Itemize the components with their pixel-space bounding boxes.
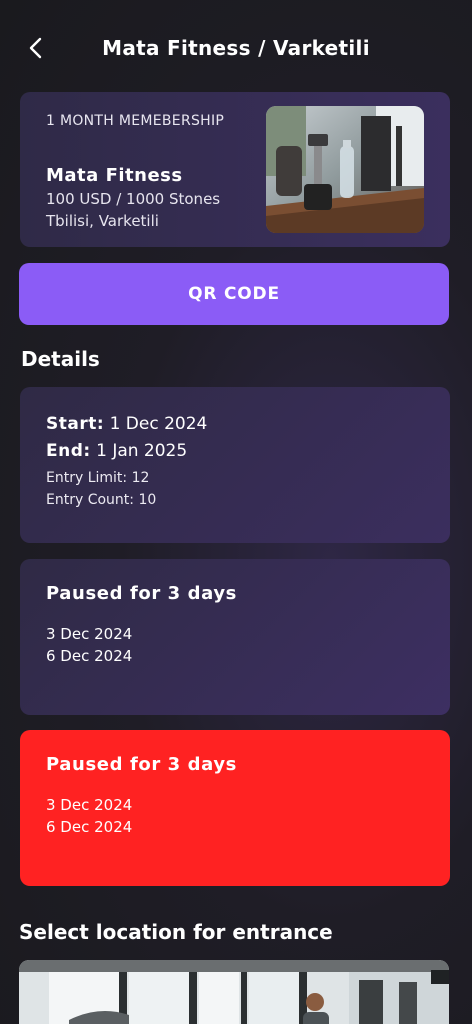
page-title: Mata Fitness / Varketili	[102, 36, 370, 60]
membership-card[interactable]: 1 MONTH MEMEBERSHIP Mata Fitness 100 USD…	[20, 92, 450, 247]
gym-interior-image[interactable]	[19, 960, 449, 1024]
membership-price: 100 USD / 1000 Stones	[46, 190, 221, 208]
entry-count: Entry Count: 10	[46, 492, 157, 508]
gym-name: Mata Fitness	[46, 165, 183, 186]
pause-start-date: 3 Dec 2024	[46, 625, 133, 643]
pause-title: Paused for 3 days	[46, 754, 237, 775]
details-heading: Details	[21, 347, 100, 371]
pause-title: Paused for 3 days	[46, 583, 237, 604]
end-value: 1 Jan 2025	[96, 441, 188, 461]
pause-card[interactable]: Paused for 3 days 3 Dec 2024 6 Dec 2024	[20, 559, 450, 715]
pause-end-date: 6 Dec 2024	[46, 818, 133, 836]
start-value: 1 Dec 2024	[109, 414, 208, 434]
qr-code-button[interactable]: QR CODE	[19, 263, 449, 325]
gym-equipment-image	[266, 106, 424, 233]
pause-start-date: 3 Dec 2024	[46, 796, 133, 814]
start-row: Start: 1 Dec 2024	[46, 414, 207, 434]
gym-location: Tbilisi, Varketili	[46, 212, 159, 230]
pause-end-date: 6 Dec 2024	[46, 647, 133, 665]
end-label: End:	[46, 441, 91, 461]
end-row: End: 1 Jan 2025	[46, 441, 187, 461]
pause-card-active[interactable]: Paused for 3 days 3 Dec 2024 6 Dec 2024	[20, 730, 450, 886]
header: Mata Fitness / Varketili	[0, 28, 472, 68]
entry-limit: Entry Limit: 12	[46, 470, 150, 486]
start-label: Start:	[46, 414, 105, 434]
details-card: Start: 1 Dec 2024 End: 1 Jan 2025 Entry …	[20, 387, 450, 543]
membership-type: 1 MONTH MEMEBERSHIP	[46, 113, 225, 129]
location-heading: Select location for entrance	[19, 920, 333, 944]
